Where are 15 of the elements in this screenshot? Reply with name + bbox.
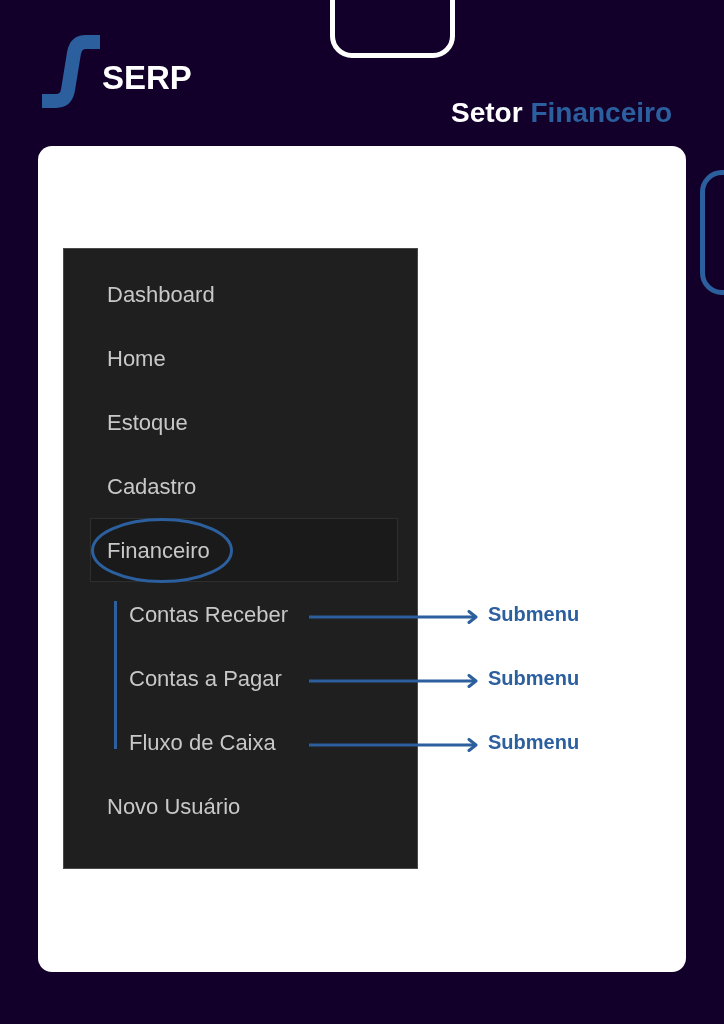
submenu-item[interactable]: Fluxo de Caixa <box>129 725 276 759</box>
submenu-item[interactable]: Contas a Pagar <box>129 661 282 695</box>
menu-item[interactable]: Cadastro <box>90 454 398 518</box>
logo-icon <box>42 35 100 108</box>
page-heading: Setor Financeiro <box>451 99 672 127</box>
menu-item[interactable]: Dashboard <box>90 262 398 326</box>
menu-item[interactable]: Financeiro <box>90 518 398 582</box>
submenu-item[interactable]: Contas Receber <box>129 597 288 631</box>
callout-label: Submenu <box>488 602 580 626</box>
callout-label: Submenu <box>488 730 580 754</box>
menu-item[interactable]: Estoque <box>90 390 398 454</box>
callout-label: Submenu <box>488 666 580 690</box>
menu-item[interactable]: Home <box>90 326 398 390</box>
menu-item[interactable]: Novo Usuário <box>90 774 398 838</box>
logo-text: SERP <box>102 61 192 94</box>
